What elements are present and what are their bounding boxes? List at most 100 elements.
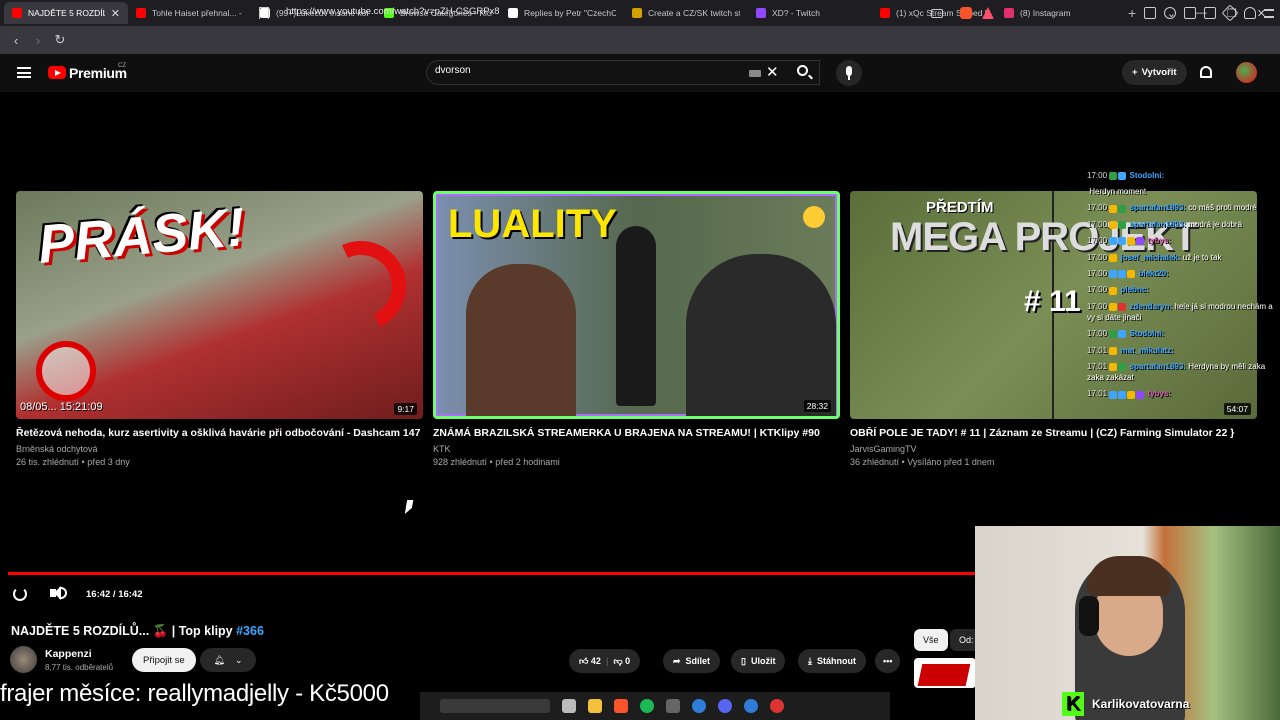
youtube-logo-icon[interactable] [48,66,66,79]
guide-menu-icon[interactable] [17,67,31,78]
task-view-icon[interactable] [562,699,576,713]
video-title[interactable]: Řetězová nehoda, kurz asertivity a oškli… [16,427,423,439]
endscreen-video-1[interactable]: PRÁSK! 08/05... 15:21:09 9:17 Řetězová n… [16,191,423,467]
chat-time: 17:00 [1087,252,1108,262]
spotify-icon[interactable] [640,699,654,713]
file-explorer-icon[interactable] [588,699,602,713]
clear-search-icon[interactable]: ✕ [766,63,779,81]
more-actions-button[interactable]: ••• [875,649,901,673]
share-button[interactable]: ➦ Sdílet [663,649,721,673]
watch-title-hashtag[interactable]: #366 [236,624,264,638]
tab-favicon-icon [12,8,22,18]
music-icon[interactable] [1164,7,1176,19]
chat-badge-icon [1109,286,1118,295]
like-divider: | [605,656,609,666]
video-title[interactable]: ZNÁMÁ BRAZILSKÁ STREAMERKA U BRAJENA NA … [433,427,840,439]
watch-title-text: NAJDĚTE 5 ROZDÍLŮ... 🍒 | Top klipy [11,624,233,638]
vpn-icon[interactable] [1244,7,1256,19]
chat-badge-icon [1118,270,1127,279]
account-avatar[interactable] [1236,62,1257,83]
browser-tab[interactable]: XD? - Twitch [748,2,872,24]
windows-taskbar [420,692,890,720]
wallet-icon[interactable] [1204,7,1216,19]
video-title[interactable]: OBŘÍ POLE JE TADY! # 11 | Záznam ze Stre… [850,427,1257,439]
browser-tab[interactable]: (8) Instagram [996,2,1120,24]
chat-badge-icon [1109,172,1118,181]
notifications-icon[interactable] [1200,66,1212,78]
notification-settings-button[interactable]: 🔔︎ ⌄ [200,648,256,672]
dislike-button[interactable]: 👎︎ 0 [613,656,630,667]
chat-badge-icon [1109,204,1118,213]
chat-message: 17:00 tybys: [1087,235,1273,246]
chip-all[interactable]: Vše [914,629,948,651]
video-channel[interactable]: Brněnská odchytová [16,444,423,454]
search-taskbar-icon[interactable] [440,699,550,713]
save-button[interactable]: ▯ Uložit [731,649,786,673]
ccleaner-icon[interactable] [692,699,706,713]
chat-time: 17:00 [1087,268,1108,278]
save-icon: ▯ [741,655,746,666]
chat-badges [1109,389,1145,400]
join-button[interactable]: Připojit se [132,648,196,672]
download-label: Stáhnout [816,656,856,666]
volume-icon[interactable] [50,586,61,600]
browser-tab[interactable]: NAJDĚTE 5 ROZDÍLŮ... ✕ [4,2,128,24]
channel-name[interactable]: Kappenzi [45,648,92,660]
browser-tab[interactable]: Create a CZ/SK twitch stre [624,2,748,24]
discord-icon[interactable] [718,699,732,713]
browser-tab[interactable]: Tohle Haiset přehnal... - Y [128,2,252,24]
picture-in-picture-icon[interactable] [931,9,943,18]
chat-message: 17:01 mat_mikulatz: [1087,345,1273,356]
replay-icon[interactable] [13,587,27,601]
video-thumbnail[interactable]: LUALITY 28:32 [433,191,840,419]
chat-time: 17:00 [1087,329,1108,339]
download-button[interactable]: ⤓ Stáhnout [798,649,866,673]
video-channel[interactable]: KTK [433,444,840,454]
url-field[interactable]: https://www.youtube.com/watch?v=pZH-CSGR… [286,6,500,17]
brave-shield-icon[interactable] [960,7,972,19]
extensions-icon[interactable] [1144,7,1156,19]
chat-badges [1109,345,1118,356]
like-button[interactable]: 👍︎ 42 [579,656,601,667]
dashcam-timestamp: 08/05... 15:21:09 [20,401,103,413]
chat-username: spartafan1893: [1129,219,1186,229]
chat-text: modrá je dobrá [1188,219,1243,229]
search-button[interactable] [786,60,822,85]
forward-icon[interactable]: › [28,33,48,48]
menu-icon[interactable] [1264,9,1274,18]
app2-icon[interactable] [744,699,758,713]
bookmark-icon[interactable] [259,7,269,19]
video-channel[interactable]: JarvisGamingTV [850,444,1257,454]
chat-time: 17:01 [1087,389,1108,399]
chat-text: Herdyn moment [1089,187,1147,197]
browser-tab[interactable]: Replies by Petr "CzechClo [500,2,624,24]
like-dislike-group: 👍︎ 42 | 👎︎ 0 [569,649,641,673]
chat-badges [1109,170,1127,181]
new-tab-icon[interactable]: + [1128,5,1136,21]
recommended-thumbnail[interactable] [914,658,976,688]
voice-search-button[interactable] [836,60,862,86]
app-icon[interactable] [666,699,680,713]
search-input[interactable] [435,65,735,76]
reload-icon[interactable]: ↻ [50,32,70,48]
search-box[interactable]: ✕ [426,60,820,85]
obs-icon[interactable] [770,699,784,713]
tab-close-icon[interactable]: ✕ [111,7,120,20]
chat-badges [1109,361,1127,372]
tab-title: Replies by Petr "CzechClo [524,8,616,18]
chat-badges [1109,301,1127,312]
chat-message: 17:00 Stodolni: [1087,328,1273,339]
brave-taskbar-icon[interactable] [614,699,628,713]
create-button[interactable]: + Vytvořit [1122,60,1187,85]
chat-message: 17:00 spartafan1893: co máš proti modré [1087,202,1273,213]
streamer-name: Karlikovatovarna [1092,697,1190,711]
video-thumbnail[interactable]: PRÁSK! 08/05... 15:21:09 9:17 [16,191,423,419]
chat-badge-icon [1118,303,1127,312]
endscreen-video-2[interactable]: LUALITY 28:32 ZNÁMÁ BRAZILSKÁ STREAMERKA… [433,191,840,467]
time-display: 16:42 / 16:42 [86,589,143,600]
channel-avatar[interactable] [10,646,37,673]
back-icon[interactable]: ‹ [6,33,26,48]
keyboard-icon[interactable] [749,70,761,77]
download-icon: ⤓ [808,655,812,666]
sidebar-icon[interactable] [1184,7,1196,19]
